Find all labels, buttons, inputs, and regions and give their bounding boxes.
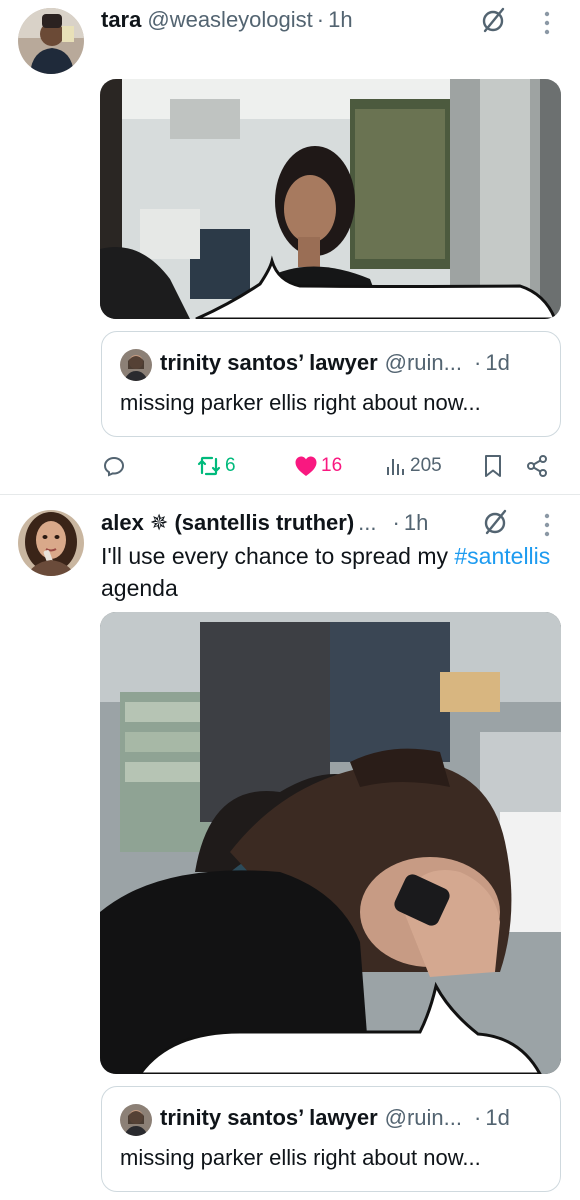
quote-header: trinity santos’ lawyer @ruin... · 1d bbox=[160, 1105, 510, 1131]
separator-dot: · bbox=[316, 7, 325, 32]
avatar[interactable] bbox=[18, 510, 84, 576]
quoted-tweet[interactable]: trinity santos’ lawyer @ruin... · 1d mis… bbox=[101, 1086, 561, 1192]
tweet-header: tara @weasleyologist · 1h bbox=[101, 4, 353, 36]
separator-dot: · bbox=[392, 510, 400, 535]
tweet[interactable]: tara @weasleyologist · 1h trinity santos… bbox=[0, 0, 580, 494]
quote-header: trinity santos’ lawyer @ruin... · 1d bbox=[160, 350, 510, 376]
views-button[interactable]: 205 bbox=[385, 450, 442, 482]
more-icon[interactable] bbox=[543, 10, 551, 36]
quote-text: missing parker ellis right about now... bbox=[120, 1145, 481, 1170]
quote-avatar[interactable] bbox=[120, 349, 152, 381]
tweet-text-start: I'll use every chance to spread my bbox=[101, 543, 455, 569]
name-ellipsis: ... bbox=[358, 510, 377, 535]
reply-button[interactable] bbox=[102, 450, 126, 482]
bookmark-button[interactable] bbox=[483, 450, 503, 482]
retweet-count: 6 bbox=[225, 455, 236, 476]
quote-author-handle[interactable]: @ruin... bbox=[385, 350, 462, 376]
tweet[interactable]: alex ✵ (santellis truther) ... · 1h I'll… bbox=[0, 496, 580, 1200]
retweet-icon bbox=[196, 454, 222, 478]
share-button[interactable] bbox=[525, 450, 549, 482]
author-handle[interactable]: @weasleyologist bbox=[147, 7, 312, 33]
quote-timestamp[interactable]: 1d bbox=[485, 350, 509, 376]
separator-dot: · bbox=[474, 1105, 482, 1130]
like-button[interactable]: 16 bbox=[294, 450, 342, 482]
grok-icon[interactable] bbox=[482, 508, 510, 536]
grok-icon[interactable] bbox=[480, 6, 508, 34]
quote-author-handle[interactable]: @ruin... bbox=[385, 1105, 462, 1131]
timestamp[interactable]: 1h bbox=[404, 510, 428, 536]
retweet-button[interactable]: 6 bbox=[196, 450, 236, 482]
reply-icon bbox=[102, 454, 126, 478]
quote-author-name[interactable]: trinity santos’ lawyer bbox=[160, 1105, 378, 1131]
quoted-tweet[interactable]: trinity santos’ lawyer @ruin... · 1d mis… bbox=[101, 331, 561, 437]
hashtag-link[interactable]: #santellis bbox=[454, 543, 550, 569]
view-count: 205 bbox=[410, 455, 442, 476]
author-name[interactable]: tara bbox=[101, 7, 141, 33]
like-count: 16 bbox=[321, 455, 343, 476]
action-bar: 6 16 205 bbox=[100, 450, 560, 482]
more-icon[interactable] bbox=[543, 512, 551, 538]
tweet-header: alex ✵ (santellis truther) ... · 1h bbox=[101, 507, 428, 539]
avatar[interactable] bbox=[18, 8, 84, 74]
views-icon bbox=[385, 455, 407, 477]
heart-icon bbox=[294, 455, 318, 477]
tweet-image[interactable] bbox=[100, 79, 561, 319]
tweet-divider bbox=[0, 494, 580, 495]
bookmark-icon bbox=[483, 454, 503, 478]
separator-dot: · bbox=[474, 350, 482, 375]
tweet-text-end: agenda bbox=[101, 575, 178, 601]
share-icon bbox=[525, 454, 549, 478]
quote-author-name[interactable]: trinity santos’ lawyer bbox=[160, 350, 378, 376]
quote-text: missing parker ellis right about now... bbox=[120, 390, 481, 415]
quote-timestamp[interactable]: 1d bbox=[485, 1105, 509, 1131]
tweet-image[interactable] bbox=[100, 612, 561, 1074]
author-name[interactable]: alex ✵ (santellis truther) bbox=[101, 510, 354, 536]
quote-avatar[interactable] bbox=[120, 1104, 152, 1136]
tweet-text: I'll use every chance to spread my #sant… bbox=[101, 540, 561, 604]
timestamp[interactable]: 1h bbox=[328, 7, 352, 33]
